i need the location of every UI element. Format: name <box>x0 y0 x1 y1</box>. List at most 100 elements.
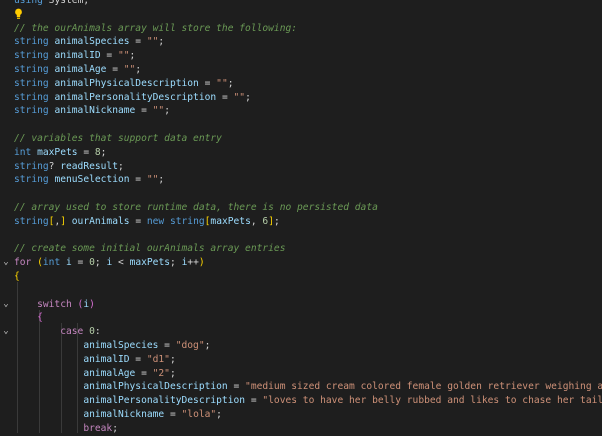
code-line[interactable]: animalAge = "2"; <box>0 367 602 381</box>
code-text: string? readResult; <box>14 160 124 174</box>
code-token: ; <box>204 340 211 351</box>
code-token: string <box>14 91 49 103</box>
code-token: ; <box>112 422 118 434</box>
code-line[interactable]: string? readResult; <box>0 160 602 174</box>
code-text: { <box>14 311 43 325</box>
code-line[interactable]: animalID = "d1"; <box>0 353 602 367</box>
code-token: animalSpecies <box>54 36 130 48</box>
code-token: // create some initial ourAnimals array … <box>14 243 286 255</box>
code-line[interactable]: break; <box>0 422 602 436</box>
code-line[interactable]: int maxPets = 8; <box>0 146 602 160</box>
code-token: ; <box>245 91 251 103</box>
code-line[interactable]: animalNickname = "lola"; <box>0 408 602 422</box>
code-line[interactable]: string animalAge = ""; <box>0 63 602 77</box>
code-text: animalSpecies = "dog"; <box>14 339 210 353</box>
code-token: animalPhysicalDescription <box>83 381 228 393</box>
code-line[interactable]: ⌄ for (int i = 0; i < maxPets; i++) <box>0 256 602 270</box>
code-token: int <box>42 257 61 269</box>
code-line[interactable]: // variables that support data entry <box>0 132 602 146</box>
fold-chevron-icon[interactable]: ⌄ <box>1 325 11 339</box>
code-text: string animalPhysicalDescription = ""; <box>14 77 234 91</box>
code-token: "d1" <box>146 353 170 365</box>
code-text: using System; <box>14 0 89 8</box>
code-token: = <box>216 91 234 103</box>
code-text: string animalAge = ""; <box>14 63 141 77</box>
code-line[interactable]: string animalID = ""; <box>0 49 602 63</box>
code-token: animalPersonalityDescription <box>83 395 246 407</box>
code-token: animalSpecies <box>83 340 159 351</box>
code-line[interactable]: // create some initial ourAnimals array … <box>0 242 602 256</box>
code-token: ) <box>89 298 95 310</box>
code-token: ? <box>48 160 61 172</box>
code-token: = <box>71 257 90 269</box>
fold-chevron-icon[interactable]: ⌄ <box>1 256 11 270</box>
code-line[interactable]: // the ourAnimals array will store the f… <box>0 22 602 36</box>
code-line[interactable]: string animalPhysicalDescription = ""; <box>0 77 602 91</box>
code-token: = <box>100 50 118 62</box>
code-text: // variables that support data entry <box>14 132 222 146</box>
code-token: case <box>60 326 84 338</box>
code-token: maxPets <box>37 146 78 158</box>
code-line[interactable] <box>0 8 602 22</box>
code-text: break; <box>14 422 118 436</box>
code-text: animalAge = "2"; <box>14 367 175 381</box>
code-line[interactable] <box>0 187 602 201</box>
code-text: { <box>14 270 20 284</box>
code-line[interactable] <box>0 118 602 132</box>
code-token: ; <box>94 257 107 269</box>
code-line[interactable]: using System; <box>0 0 602 8</box>
code-token: string <box>14 174 49 186</box>
code-token: "" <box>233 91 246 103</box>
code-line[interactable]: string animalPersonalityDescription = ""… <box>0 91 602 105</box>
code-token: = <box>227 381 246 393</box>
code-text: // the ourAnimals array will store the f… <box>14 22 297 36</box>
code-line[interactable]: string animalSpecies = ""; <box>0 35 602 49</box>
code-text: animalID = "d1"; <box>14 353 176 367</box>
code-line[interactable] <box>0 229 602 243</box>
code-line[interactable]: string[,] ourAnimals = new string[maxPet… <box>0 215 602 229</box>
code-token: "" <box>117 50 130 62</box>
code-editor[interactable]: using System; // the ourAnimals array wil… <box>0 0 602 436</box>
code-token: = <box>135 105 153 117</box>
code-line[interactable]: ⌄ case 0: <box>0 325 602 339</box>
code-token: = <box>245 395 263 407</box>
code-line[interactable]: { <box>0 311 602 325</box>
code-token: ; <box>164 105 170 117</box>
code-text: // array used to store runtime data, the… <box>14 201 378 215</box>
code-line[interactable]: // array used to store runtime data, the… <box>0 201 602 215</box>
code-token: string <box>14 160 49 172</box>
code-token: = <box>129 353 147 365</box>
code-token: using <box>14 0 43 6</box>
fold-chevron-icon[interactable]: ⌄ <box>1 298 11 312</box>
code-token: = <box>129 36 147 48</box>
code-token: animalNickname <box>54 105 136 117</box>
code-token: = <box>198 77 217 89</box>
code-line[interactable]: animalPhysicalDescription = "medium size… <box>0 380 602 394</box>
code-token: = <box>106 64 124 75</box>
code-token: maxPets <box>210 215 251 227</box>
code-line[interactable]: string animalNickname = ""; <box>0 104 602 118</box>
code-token: string <box>14 64 49 75</box>
code-token: switch <box>37 298 72 310</box>
code-token: ; <box>170 257 182 269</box>
code-line[interactable]: string menuSelection = ""; <box>0 173 602 187</box>
code-token: animalAge <box>83 367 136 379</box>
code-token: "" <box>146 174 159 186</box>
code-line[interactable]: ⌄ switch (i) <box>0 298 602 312</box>
code-line[interactable]: animalPersonalityDescription = "loves to… <box>0 394 602 408</box>
code-token: ; <box>169 353 176 365</box>
code-line[interactable] <box>0 284 602 298</box>
code-line[interactable]: { <box>0 270 602 284</box>
code-token: { <box>14 271 20 282</box>
code-line[interactable]: animalSpecies = "dog"; <box>0 339 602 353</box>
code-token: ) <box>198 257 205 269</box>
code-token: ; <box>100 146 107 158</box>
code-token: = <box>158 340 176 351</box>
